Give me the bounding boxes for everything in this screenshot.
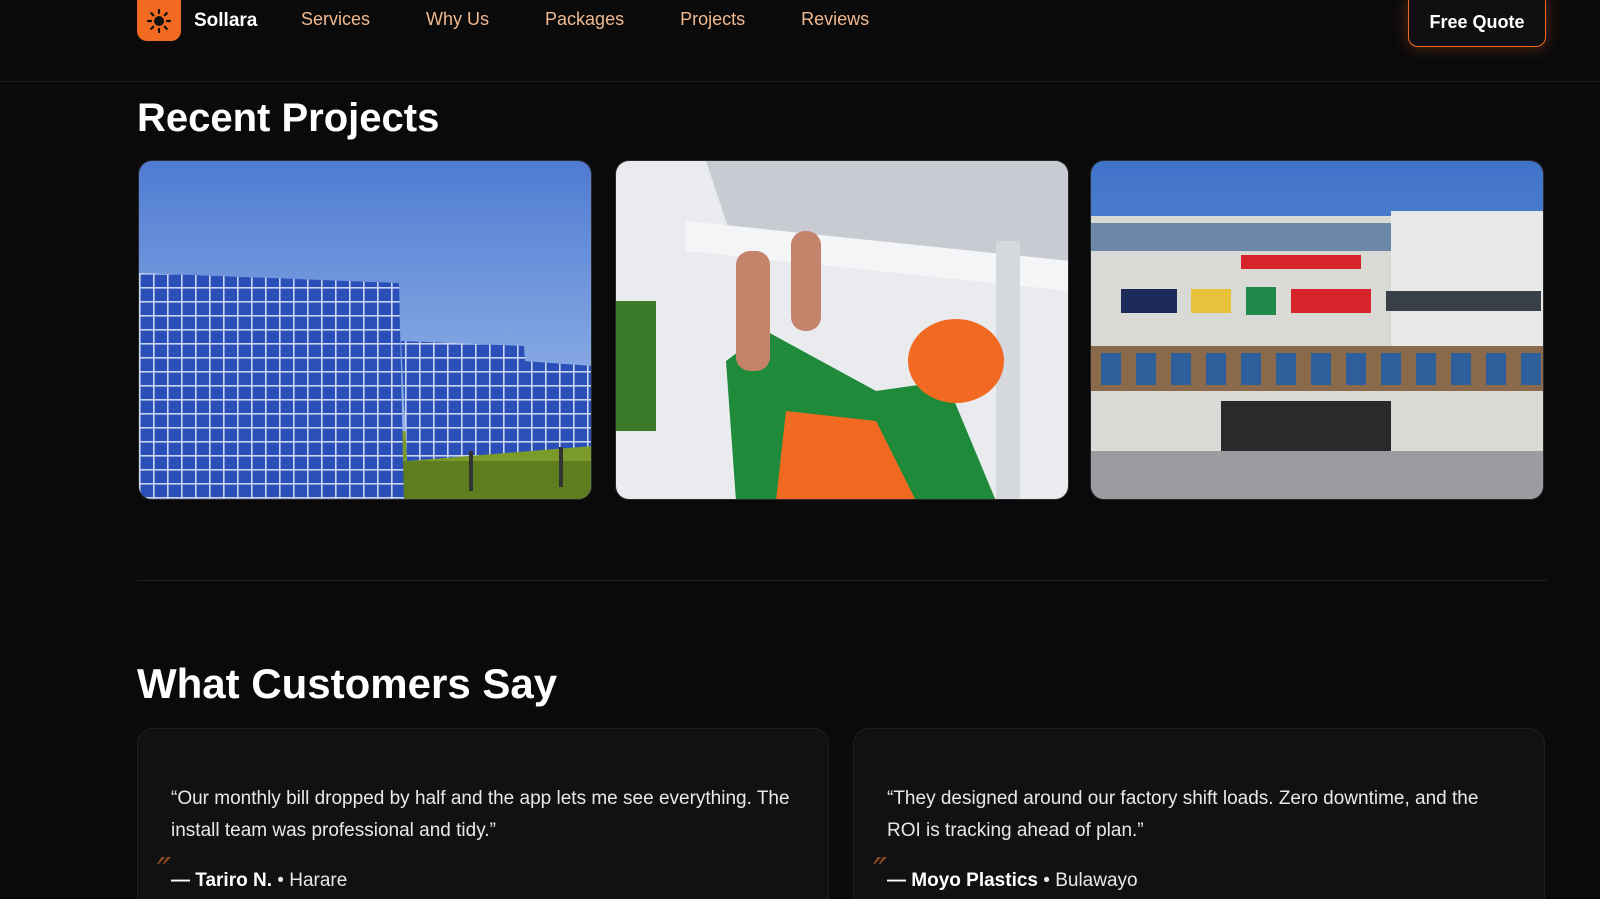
top-nav: Sollara Services Why Us Packages Project… [0, 0, 1600, 82]
project-image-installer[interactable] [615, 160, 1069, 500]
nav-link-packages[interactable]: Packages [545, 9, 624, 30]
testimonial-card: “They designed around our factory shift … [853, 728, 1545, 899]
testimonial-card: “Our monthly bill dropped by half and th… [137, 728, 829, 899]
testimonial-author: — Tariro N. • Harare [171, 870, 347, 892]
nav-link-services[interactable]: Services [301, 9, 370, 30]
author-location: Bulawayo [1055, 870, 1138, 891]
brand[interactable]: Sollara [137, 0, 257, 41]
author-separator: • [277, 870, 290, 891]
nav-link-projects[interactable]: Projects [680, 9, 745, 30]
author-name: — Tariro N. [171, 870, 272, 891]
project-image-shopping-center[interactable] [1090, 160, 1544, 500]
author-separator: • [1043, 870, 1056, 891]
testimonial-author: — Moyo Plastics • Bulawayo [887, 870, 1138, 892]
author-location: Harare [289, 870, 348, 891]
quote-mark-icon: ″ [157, 850, 172, 894]
project-image-solar-field[interactable] [138, 160, 592, 500]
testimonial-quote: “Our monthly bill dropped by half and th… [171, 788, 790, 841]
free-quote-button[interactable]: Free Quote [1408, 0, 1546, 47]
nav-link-reviews[interactable]: Reviews [801, 9, 869, 30]
nav-link-why-us[interactable]: Why Us [426, 9, 489, 30]
projects-title: Recent Projects [137, 96, 440, 140]
author-name: — Moyo Plastics [887, 870, 1038, 891]
quote-mark-icon: ″ [873, 850, 888, 894]
nav-links: Services Why Us Packages Projects Review… [301, 0, 869, 39]
testimonial-quote: “They designed around our factory shift … [887, 788, 1479, 841]
brand-name: Sollara [194, 9, 258, 31]
sun-icon [137, 0, 181, 41]
testimonials-title: What Customers Say [137, 660, 558, 707]
section-divider [137, 580, 1547, 581]
